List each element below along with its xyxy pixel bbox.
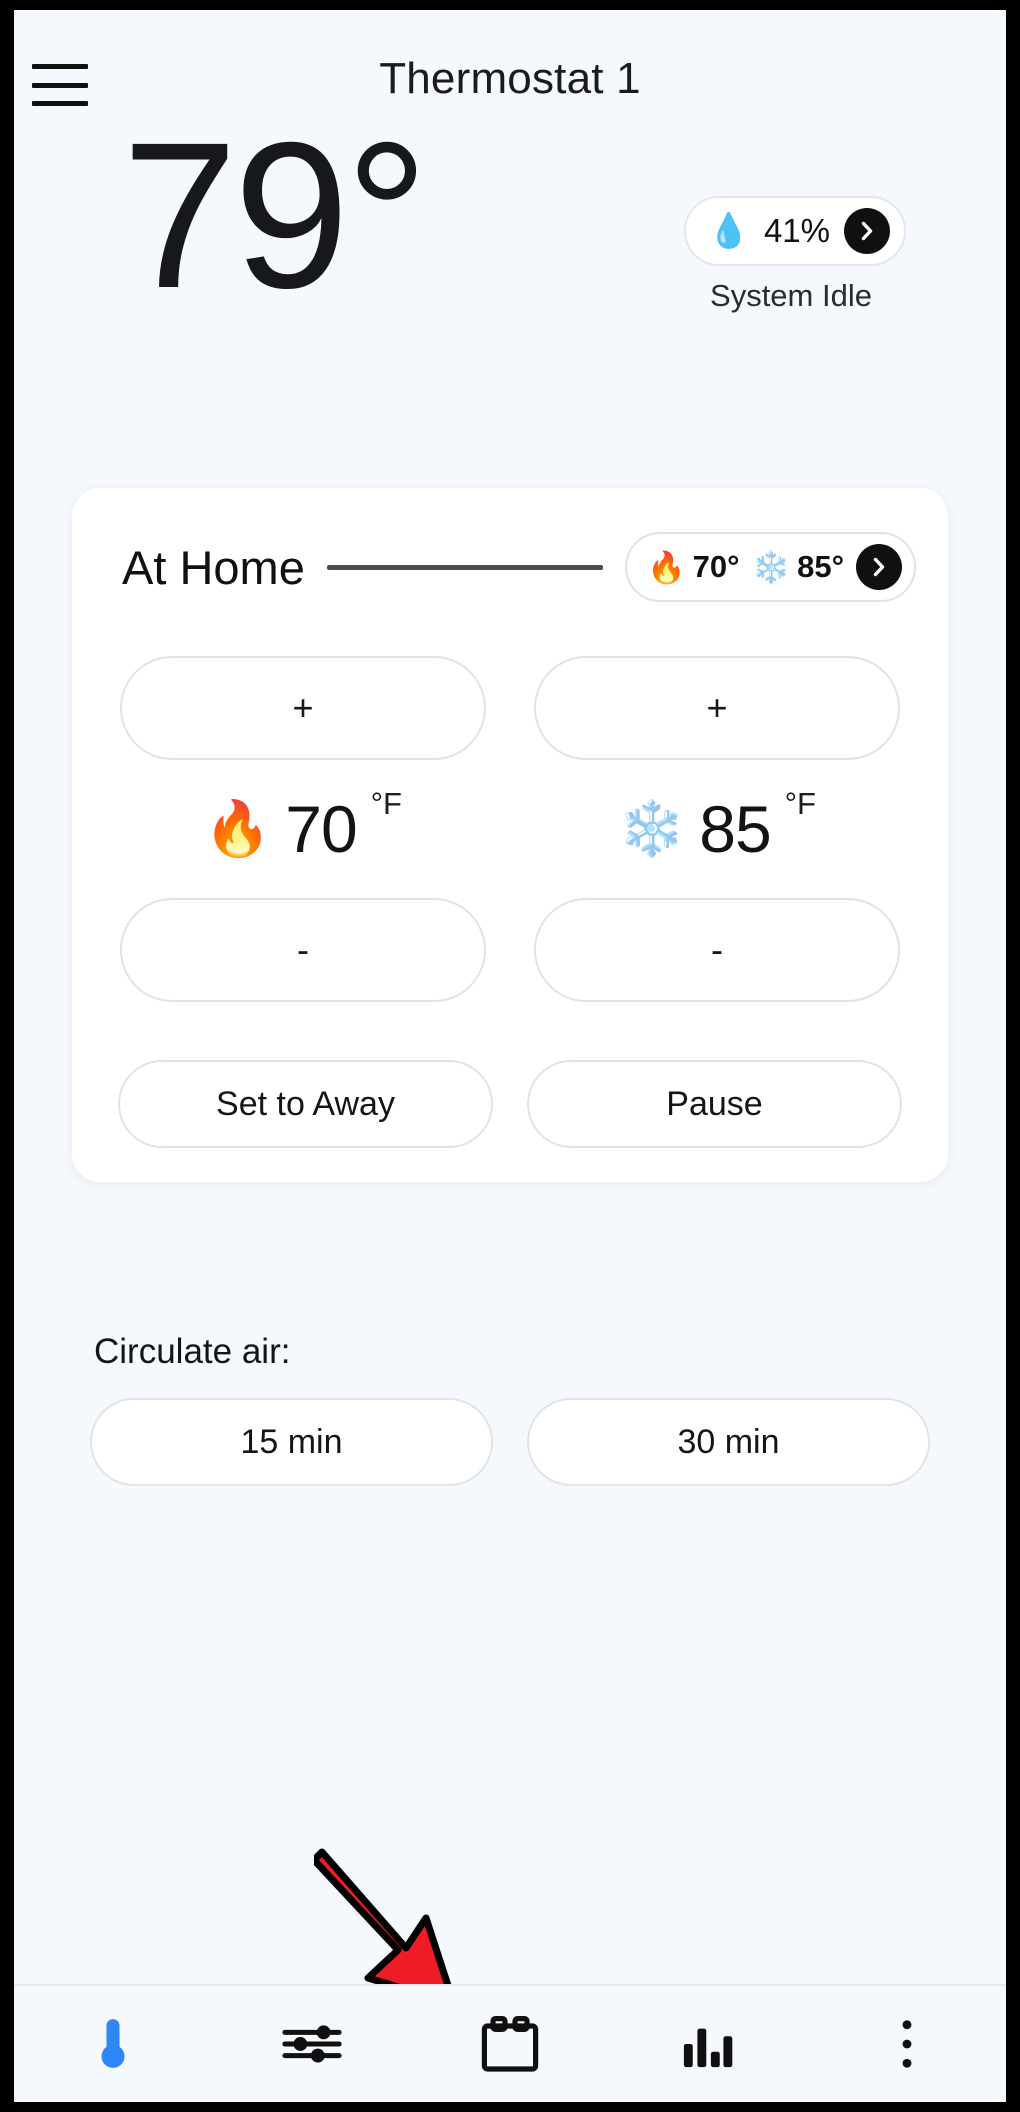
nav-more[interactable] — [808, 1986, 1006, 2102]
cool-summary-value: 85° — [797, 549, 844, 585]
flame-icon: 🔥 — [647, 552, 686, 583]
heat-increase-button[interactable]: + — [120, 656, 486, 760]
nav-schedule[interactable] — [411, 1986, 609, 2102]
circulate-15min-button[interactable]: 15 min — [90, 1398, 493, 1486]
flame-icon: 🔥 — [204, 802, 271, 856]
nav-settings[interactable] — [212, 1986, 410, 2102]
snowflake-icon: ❄️ — [752, 552, 791, 583]
snowflake-icon: ❄️ — [618, 802, 685, 856]
phone-screen: Thermostat 1 79° 💧 41% System Idle At Ho… — [14, 10, 1006, 2102]
water-drop-icon: 💧 — [708, 214, 750, 248]
heat-setpoint-unit: °F — [371, 786, 402, 822]
card-actions: Set to Away Pause — [100, 1060, 920, 1148]
chevron-right-icon[interactable] — [844, 208, 890, 254]
thermometer-icon — [90, 2015, 136, 2073]
calendar-schedule-icon — [480, 2015, 540, 2073]
heat-decrease-button[interactable]: - — [120, 898, 486, 1002]
system-status-text: System Idle — [676, 278, 906, 314]
cool-increase-button[interactable]: + — [534, 656, 900, 760]
nav-thermometer[interactable] — [14, 1986, 212, 2102]
heat-setpoint: 🔥 70 °F — [120, 760, 486, 898]
humidity-value: 41% — [764, 212, 830, 250]
heat-summary-value: 70° — [693, 549, 740, 585]
cool-setpoint-value: 85 — [699, 791, 770, 867]
schedule-card: At Home 🔥 70° ❄️ 85° + + 🔥 — [72, 488, 948, 1182]
circulate-air-options: 15 min 30 min — [72, 1398, 948, 1486]
circulate-30min-button[interactable]: 30 min — [527, 1398, 930, 1486]
setpoint-controls: + + 🔥 70 °F ❄️ 85 °F - - — [100, 656, 920, 1002]
pause-button[interactable]: Pause — [527, 1060, 902, 1148]
cool-decrease-button[interactable]: - — [534, 898, 900, 1002]
bar-chart-icon — [681, 2018, 735, 2070]
chevron-right-icon[interactable] — [856, 544, 902, 590]
current-conditions: 79° 💧 41% System Idle — [14, 150, 1006, 400]
set-to-away-button[interactable]: Set to Away — [118, 1060, 493, 1148]
cool-summary: ❄️ 85° — [752, 549, 845, 585]
card-header: At Home 🔥 70° ❄️ 85° — [100, 518, 920, 610]
more-vertical-icon — [897, 2017, 917, 2071]
bottom-navigation — [14, 1984, 1006, 2102]
mode-name: At Home — [122, 540, 305, 595]
nav-usage[interactable] — [609, 1986, 807, 2102]
cool-setpoint-unit: °F — [785, 786, 816, 822]
cool-setpoint: ❄️ 85 °F — [534, 760, 900, 898]
setpoint-summary-pill[interactable]: 🔥 70° ❄️ 85° — [625, 532, 916, 602]
header-divider — [327, 565, 603, 570]
circulate-air-label: Circulate air: — [72, 1332, 948, 1372]
humidity-pill[interactable]: 💧 41% — [684, 196, 906, 266]
circulate-air-section: Circulate air: 15 min 30 min — [72, 1332, 948, 1486]
sliders-settings-icon — [281, 2020, 343, 2068]
page-title: Thermostat 1 — [14, 54, 1006, 104]
heat-setpoint-value: 70 — [285, 791, 356, 867]
heat-summary: 🔥 70° — [647, 549, 740, 585]
current-temperature: 79° — [122, 112, 425, 320]
